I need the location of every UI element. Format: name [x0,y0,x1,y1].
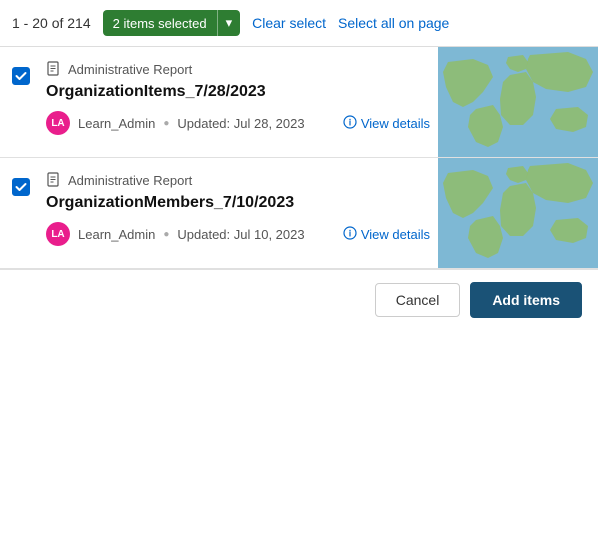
info-icon-2 [343,226,357,243]
meta-dot-1: ● [163,118,169,129]
view-details-button-2[interactable]: View details [343,226,430,243]
footer-bar: Cancel Add items [0,269,598,330]
doc-icon [46,61,62,77]
cancel-button[interactable]: Cancel [375,283,461,317]
item-bottom-row-2: LA Learn_Admin ● Updated: Jul 10, 2023 V… [46,222,430,246]
item-thumbnail-1 [438,47,598,157]
selected-badge-dropdown[interactable]: ▾ [217,10,241,36]
item-title-2: OrganizationMembers_7/10/2023 [46,194,430,212]
header-bar: 1 - 20 of 214 2 items selected ▾ Clear s… [0,0,598,47]
doc-icon [46,172,62,188]
selected-badge[interactable]: 2 items selected ▾ [103,10,240,36]
item-thumbnail-2 [438,158,598,268]
checkbox-col [0,47,42,157]
select-all-button[interactable]: Select all on page [338,15,449,31]
meta-dot-2: ● [163,229,169,240]
avatar-2: LA [46,222,70,246]
list-container: Administrative Report OrganizationItems_… [0,47,598,269]
item-meta-2: LA Learn_Admin ● Updated: Jul 10, 2023 [46,222,305,246]
item-type-label-1: Administrative Report [68,62,192,77]
item-meta-1: LA Learn_Admin ● Updated: Jul 28, 2023 [46,111,305,135]
view-details-button-1[interactable]: View details [343,115,430,132]
item-checkbox-2[interactable] [12,178,30,196]
checkbox-col [0,158,42,268]
item-type-1: Administrative Report [46,61,430,77]
item-bottom-row-1: LA Learn_Admin ● Updated: Jul 28, 2023 V… [46,111,430,135]
updated-2: Updated: Jul 10, 2023 [177,227,304,242]
item-checkbox-1[interactable] [12,67,30,85]
item-type-2: Administrative Report [46,172,430,188]
item-content-2: Administrative Report OrganizationMember… [42,158,438,268]
selected-badge-label: 2 items selected [103,11,217,36]
author-1: Learn_Admin [78,116,155,131]
item-type-label-2: Administrative Report [68,173,192,188]
item-content-1: Administrative Report OrganizationItems_… [42,47,438,157]
item-title-1: OrganizationItems_7/28/2023 [46,83,430,101]
author-2: Learn_Admin [78,227,155,242]
avatar-1: LA [46,111,70,135]
info-icon-1 [343,115,357,132]
pagination-text: 1 - 20 of 214 [12,15,91,31]
list-item: Administrative Report OrganizationItems_… [0,47,598,158]
add-items-button[interactable]: Add items [470,282,582,318]
updated-1: Updated: Jul 28, 2023 [177,116,304,131]
clear-select-button[interactable]: Clear select [252,15,326,31]
list-item: Administrative Report OrganizationMember… [0,158,598,269]
chevron-down-icon: ▾ [226,15,233,31]
